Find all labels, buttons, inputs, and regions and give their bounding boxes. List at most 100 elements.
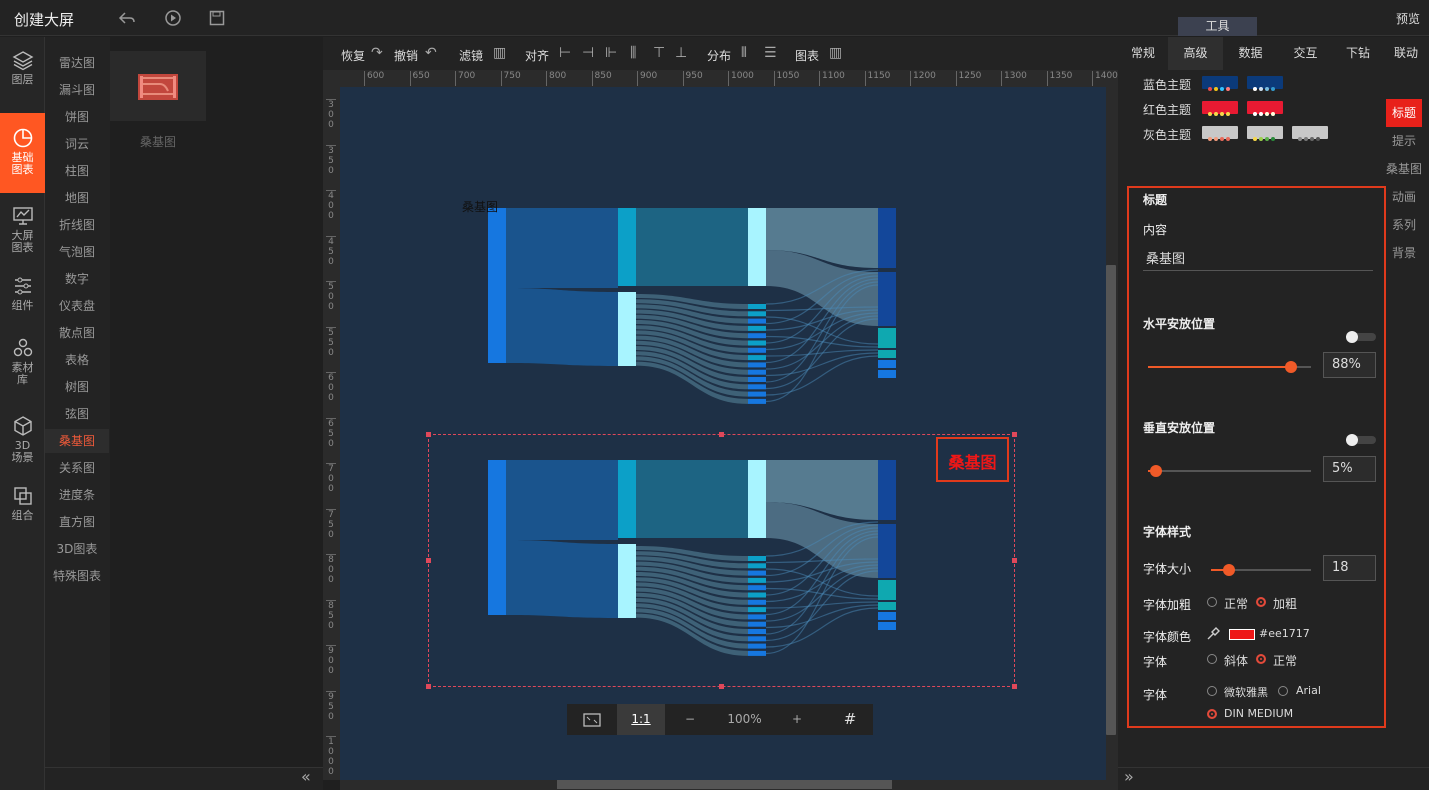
eyedropper-icon[interactable]	[1205, 626, 1221, 642]
tab-drilldown[interactable]: 下钻	[1333, 37, 1383, 70]
redo-button[interactable]: 恢复	[341, 47, 365, 64]
zoom-out-button[interactable]: −	[675, 704, 705, 735]
chart-type-item[interactable]: 直方图	[45, 510, 109, 534]
collapse-left-icon[interactable]: «	[301, 767, 311, 786]
chart-type-item[interactable]: 折线图	[45, 213, 109, 237]
h-pos-slider-knob[interactable]	[1285, 361, 1297, 373]
resize-handle[interactable]	[426, 432, 431, 437]
chart-type-item[interactable]: 树图	[45, 375, 109, 399]
align-button[interactable]: 对齐	[525, 47, 549, 64]
side-tab-background[interactable]: 背景	[1386, 239, 1422, 267]
grid-toggle-icon[interactable]: #	[827, 704, 873, 735]
font-color-swatch[interactable]	[1229, 629, 1255, 640]
family-din-label[interactable]: DIN MEDIUM	[1224, 707, 1293, 720]
chart-type-item[interactable]: 桑基图	[45, 429, 109, 453]
h-pos-toggle-knob[interactable]	[1346, 331, 1358, 343]
family-yahei-label[interactable]: 微软雅黑	[1224, 684, 1268, 700]
v-pos-input[interactable]: 5%	[1323, 456, 1376, 482]
theme-swatch[interactable]	[1202, 101, 1238, 116]
resize-handle[interactable]	[719, 432, 724, 437]
theme-swatch[interactable]	[1292, 126, 1328, 141]
redo-icon[interactable]: ↷	[371, 45, 383, 61]
chart-type-item[interactable]: 表格	[45, 348, 109, 372]
filter-chart-icon[interactable]: ▥	[493, 45, 506, 61]
distribute-h-icon[interactable]: ⫴	[741, 45, 747, 61]
chart-type-item[interactable]: 弦图	[45, 402, 109, 426]
chart-type-item[interactable]: 特殊图表	[45, 564, 109, 588]
nav-combine[interactable]: 组合	[0, 485, 45, 529]
collapse-right-icon[interactable]: »	[1124, 767, 1134, 786]
sankey-thumbnail[interactable]	[110, 51, 206, 121]
chart-type-item[interactable]: 漏斗图	[45, 78, 109, 102]
undo-icon[interactable]	[118, 9, 136, 27]
align-left-icon[interactable]: ⊢	[559, 45, 571, 61]
weight-normal-radio[interactable]	[1207, 597, 1217, 607]
theme-swatch[interactable]	[1247, 101, 1283, 116]
one-to-one-button[interactable]: 1:1	[617, 704, 665, 735]
weight-bold-label[interactable]: 加粗	[1273, 595, 1297, 612]
chart-type-item[interactable]: 气泡图	[45, 240, 109, 264]
content-input[interactable]: 桑基图	[1143, 249, 1373, 271]
family-arial-radio[interactable]	[1278, 686, 1288, 696]
chart-type-item[interactable]: 关系图	[45, 456, 109, 480]
preview-button[interactable]: 预览	[1396, 10, 1420, 27]
tab-general[interactable]: 常规	[1118, 37, 1168, 70]
tab-advanced[interactable]: 高级	[1168, 37, 1223, 70]
tool-tab[interactable]: 工具	[1178, 17, 1257, 36]
normal-style-label[interactable]: 正常	[1273, 652, 1297, 669]
distribute-button[interactable]: 分布	[707, 47, 731, 64]
weight-bold-radio[interactable]	[1256, 597, 1266, 607]
resize-handle[interactable]	[426, 684, 431, 689]
normal-style-radio[interactable]	[1256, 654, 1266, 664]
undo-button[interactable]: 撤销	[394, 47, 418, 64]
resize-handle[interactable]	[1012, 558, 1017, 563]
font-size-slider-knob[interactable]	[1223, 564, 1235, 576]
align-middle-icon[interactable]: ⫼	[630, 45, 636, 61]
family-yahei-radio[interactable]	[1207, 686, 1217, 696]
chart-type-item[interactable]: 3D图表	[45, 537, 109, 561]
theme-swatch[interactable]	[1202, 76, 1238, 91]
family-arial-label[interactable]: Arial	[1296, 684, 1321, 697]
chart-type-item[interactable]: 数字	[45, 267, 109, 291]
nav-components[interactable]: 组件	[0, 275, 45, 319]
side-tab-animation[interactable]: 动画	[1386, 183, 1422, 211]
resize-handle[interactable]	[426, 558, 431, 563]
nav-basic-charts[interactable]: 基础 图表	[0, 113, 45, 193]
chart-type-item[interactable]: 词云	[45, 132, 109, 156]
save-icon[interactable]	[208, 9, 226, 27]
theme-swatch[interactable]	[1247, 126, 1283, 141]
v-pos-slider-knob[interactable]	[1150, 465, 1162, 477]
chart-type-item[interactable]: 饼图	[45, 105, 109, 129]
nav-screen-charts[interactable]: 大屏 图表	[0, 205, 45, 255]
resize-handle[interactable]	[1012, 684, 1017, 689]
chart-button[interactable]: 图表	[795, 47, 819, 64]
h-pos-input[interactable]: 88%	[1323, 352, 1376, 378]
chart-type-item[interactable]: 地图	[45, 186, 109, 210]
nav-materials[interactable]: 素材 库	[0, 337, 45, 389]
chart-type-item[interactable]: 雷达图	[45, 51, 109, 75]
vertical-scroll-thumb[interactable]	[1106, 265, 1116, 735]
align-top-icon[interactable]: ⊤	[653, 45, 665, 61]
selection-box[interactable]	[426, 432, 1017, 689]
resize-handle[interactable]	[719, 684, 724, 689]
fit-screen-icon[interactable]	[567, 704, 617, 735]
chart-type-item[interactable]: 柱图	[45, 159, 109, 183]
italic-radio[interactable]	[1207, 654, 1217, 664]
undo-arrow-icon[interactable]: ↶	[425, 45, 437, 61]
horizontal-scroll-thumb[interactable]	[557, 780, 892, 789]
distribute-v-icon[interactable]: ☰	[764, 45, 777, 61]
italic-label[interactable]: 斜体	[1224, 652, 1248, 669]
side-tab-sankey[interactable]: 桑基图	[1386, 155, 1422, 183]
side-tab-series[interactable]: 系列	[1386, 211, 1422, 239]
chart-type-item[interactable]: 散点图	[45, 321, 109, 345]
nav-3d-scene[interactable]: 3D 场景	[0, 415, 45, 467]
align-bottom-icon[interactable]: ⊥	[675, 45, 687, 61]
chart-icon[interactable]: ▥	[829, 45, 842, 61]
tab-interaction[interactable]: 交互	[1278, 37, 1333, 70]
tab-data[interactable]: 数据	[1223, 37, 1278, 70]
align-right-icon[interactable]: ⊩	[605, 45, 617, 61]
resize-handle[interactable]	[1012, 432, 1017, 437]
theme-swatch[interactable]	[1202, 126, 1238, 141]
chart-type-item[interactable]: 仪表盘	[45, 294, 109, 318]
theme-swatch[interactable]	[1247, 76, 1283, 91]
